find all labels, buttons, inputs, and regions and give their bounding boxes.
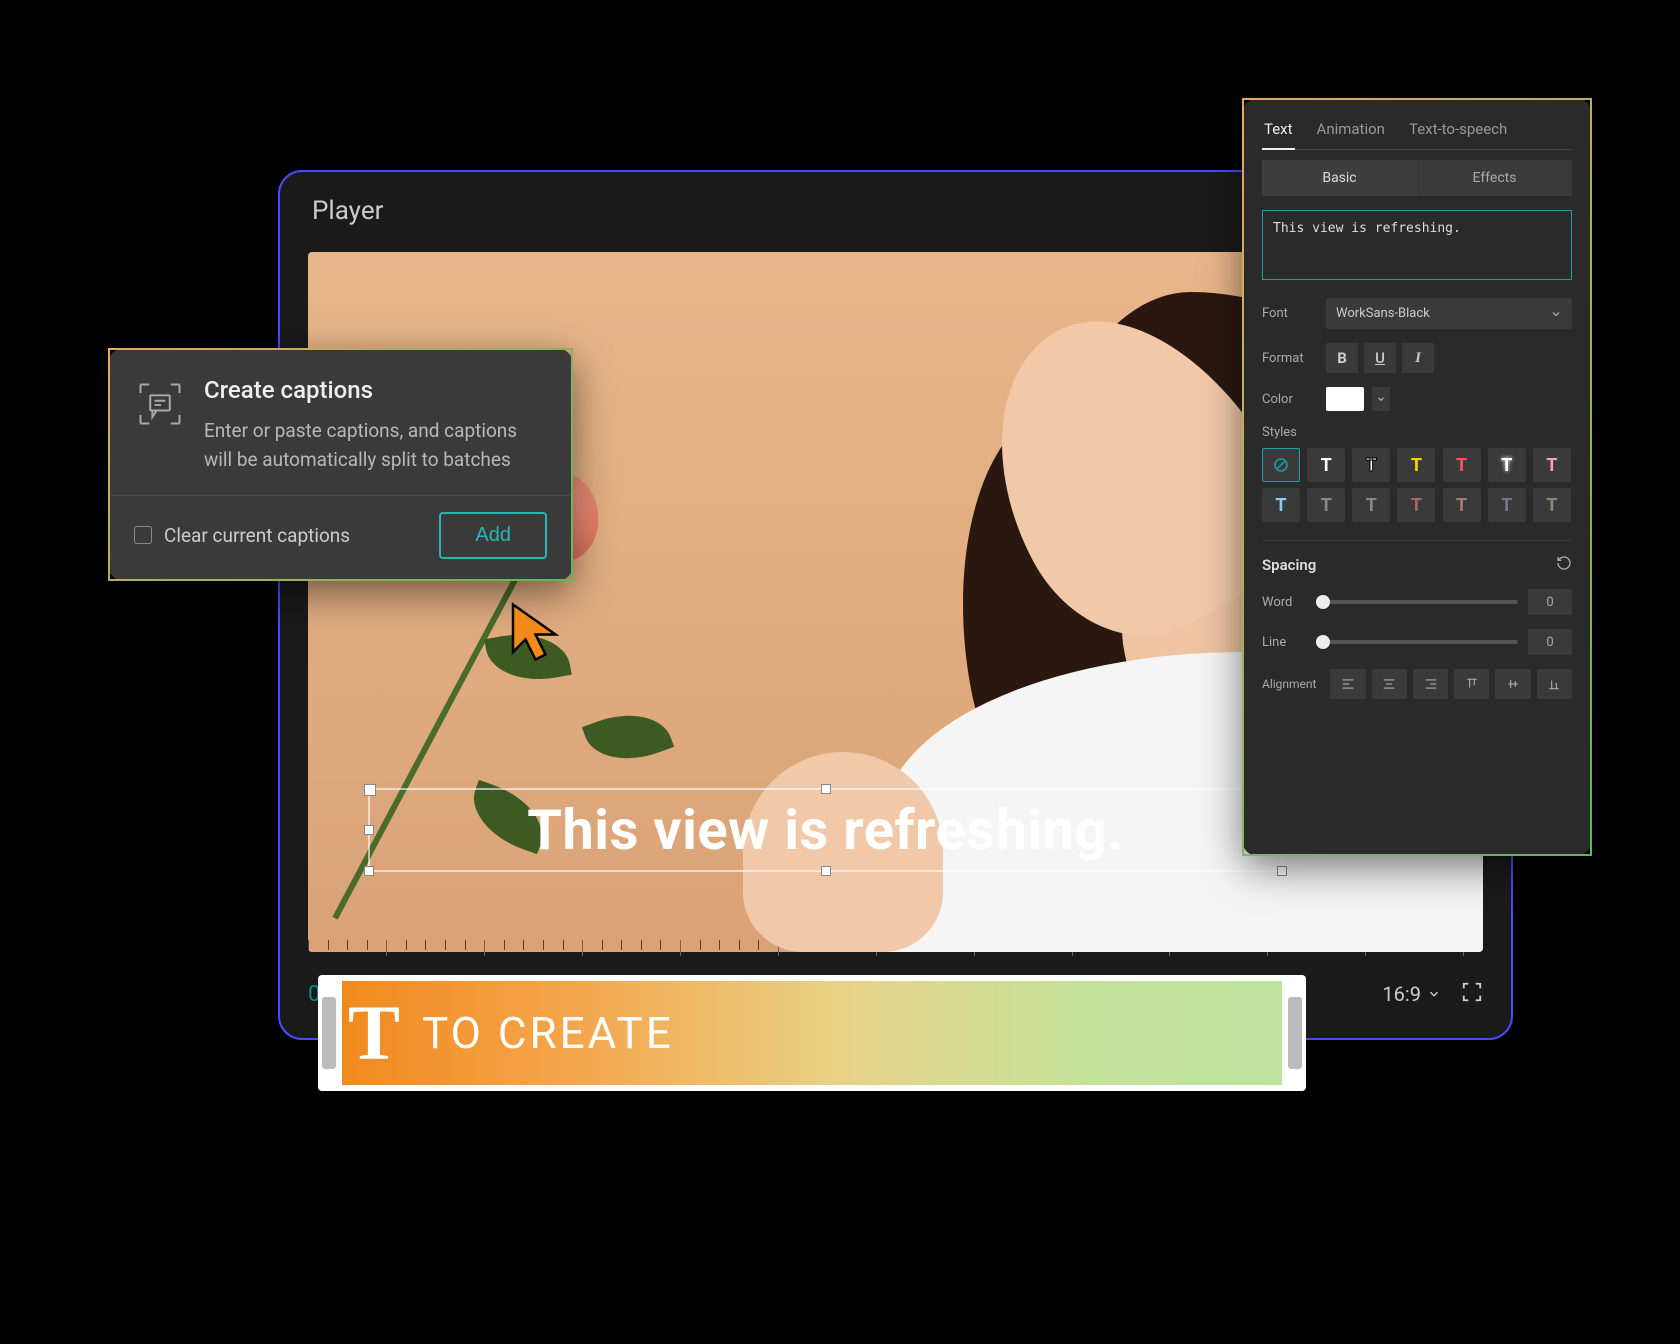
- style-preset[interactable]: T: [1262, 488, 1300, 522]
- style-preset[interactable]: T: [1488, 488, 1526, 522]
- style-preset[interactable]: T: [1307, 488, 1345, 522]
- clip-trim-handle-left[interactable]: [322, 997, 336, 1069]
- clip-trim-handle-right[interactable]: [1288, 997, 1302, 1069]
- align-middle-button[interactable]: [1495, 669, 1530, 699]
- tab-text[interactable]: Text: [1262, 114, 1295, 150]
- align-bottom-button[interactable]: [1537, 669, 1572, 699]
- text-clip-icon: T: [348, 994, 400, 1072]
- font-select[interactable]: WorkSans-Black: [1326, 298, 1572, 329]
- spacing-label: Spacing: [1262, 556, 1316, 574]
- caption-overlay-box[interactable]: This view is refreshing.: [368, 788, 1283, 872]
- styles-grid: T T T T T T T T T T T T T: [1262, 448, 1572, 522]
- style-preset[interactable]: T: [1397, 448, 1435, 482]
- style-preset[interactable]: T: [1533, 448, 1571, 482]
- style-preset[interactable]: T: [1352, 488, 1390, 522]
- aspect-ratio-value: 16:9: [1382, 982, 1421, 1006]
- chevron-down-icon: [1550, 308, 1562, 320]
- line-spacing-value[interactable]: 0: [1528, 629, 1572, 655]
- align-left-button[interactable]: [1330, 669, 1365, 699]
- chevron-down-icon: [1427, 987, 1441, 1001]
- style-preset[interactable]: T: [1533, 488, 1571, 522]
- panel-subtabs: Basic Effects: [1262, 160, 1572, 196]
- text-clip-label: TO CREATE: [422, 1007, 674, 1059]
- fullscreen-icon[interactable]: [1461, 981, 1483, 1007]
- color-label: Color: [1262, 392, 1318, 407]
- subtab-basic[interactable]: Basic: [1262, 160, 1417, 196]
- align-top-button[interactable]: [1454, 669, 1489, 699]
- subtab-effects[interactable]: Effects: [1417, 160, 1572, 196]
- captions-icon: [134, 376, 186, 432]
- line-spacing-slider[interactable]: [1316, 640, 1518, 644]
- tab-animation[interactable]: Animation: [1315, 114, 1387, 149]
- word-spacing-label: Word: [1262, 595, 1306, 610]
- style-preset[interactable]: T: [1488, 448, 1526, 482]
- color-dropdown[interactable]: [1372, 387, 1390, 411]
- styles-label: Styles: [1262, 425, 1572, 440]
- panel-tabs: Text Animation Text-to-speech: [1262, 114, 1572, 150]
- checkbox-icon[interactable]: [134, 526, 152, 544]
- align-center-button[interactable]: [1372, 669, 1407, 699]
- tab-text-to-speech[interactable]: Text-to-speech: [1407, 114, 1509, 149]
- style-preset[interactable]: T: [1443, 448, 1481, 482]
- line-spacing-label: Line: [1262, 635, 1306, 650]
- style-none[interactable]: [1262, 448, 1300, 482]
- text-content-input[interactable]: This view is refreshing.: [1262, 210, 1572, 280]
- format-label: Format: [1262, 351, 1318, 366]
- clear-captions-label: Clear current captions: [164, 524, 350, 547]
- underline-button[interactable]: U: [1364, 343, 1396, 373]
- word-spacing-value[interactable]: 0: [1528, 589, 1572, 615]
- style-preset[interactable]: T: [1397, 488, 1435, 522]
- style-preset[interactable]: T: [1307, 448, 1345, 482]
- alignment-label: Alignment: [1262, 677, 1316, 691]
- color-swatch[interactable]: [1326, 387, 1364, 411]
- font-label: Font: [1262, 306, 1318, 321]
- add-button[interactable]: Add: [439, 512, 547, 559]
- text-properties-panel: Text Animation Text-to-speech Basic Effe…: [1242, 98, 1592, 856]
- reset-icon[interactable]: [1556, 555, 1572, 575]
- font-value: WorkSans-Black: [1336, 306, 1430, 321]
- italic-button[interactable]: I: [1402, 343, 1434, 373]
- style-preset[interactable]: T: [1443, 488, 1481, 522]
- align-right-button[interactable]: [1413, 669, 1448, 699]
- caption-overlay-text[interactable]: This view is refreshing.: [527, 797, 1124, 863]
- bold-button[interactable]: B: [1326, 343, 1358, 373]
- word-spacing-slider[interactable]: [1316, 600, 1518, 604]
- create-captions-description: Enter or paste captions, and captions wi…: [204, 416, 547, 475]
- timeline-text-clip[interactable]: T TO CREATE: [318, 975, 1306, 1091]
- style-preset[interactable]: T: [1352, 448, 1390, 482]
- aspect-ratio-selector[interactable]: 16:9: [1382, 982, 1441, 1006]
- create-captions-modal: Create captions Enter or paste captions,…: [108, 348, 573, 581]
- clear-captions-checkbox-row[interactable]: Clear current captions: [134, 524, 350, 547]
- create-captions-title: Create captions: [204, 376, 547, 404]
